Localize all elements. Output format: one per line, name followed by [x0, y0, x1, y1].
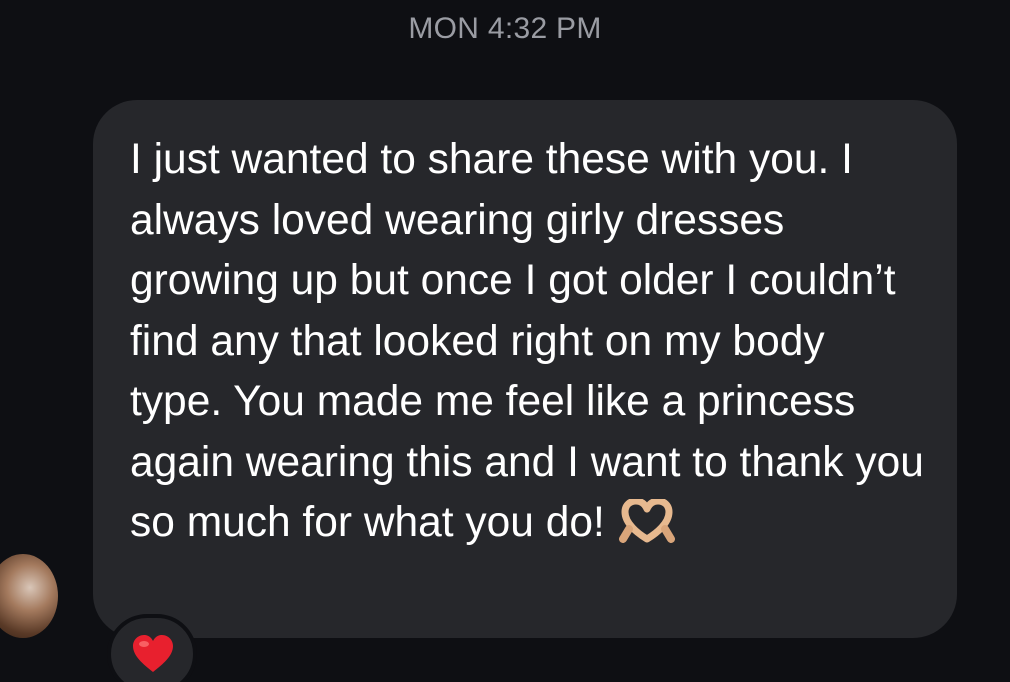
sender-avatar[interactable]: [0, 554, 58, 638]
red-heart-icon: [133, 635, 173, 672]
heart-hands-icon: [618, 497, 675, 543]
message-text: I just wanted to share these with you. I…: [130, 136, 924, 546]
message-text-wrapper: I just wanted to share these with you. I…: [130, 130, 927, 554]
message-bubble[interactable]: I just wanted to share these with you. I…: [93, 100, 957, 638]
message-timestamp: MON 4:32 PM: [408, 12, 602, 45]
reaction-badge[interactable]: [107, 614, 197, 682]
chat-screen: MON 4:32 PM I just wanted to share these…: [0, 0, 1010, 682]
